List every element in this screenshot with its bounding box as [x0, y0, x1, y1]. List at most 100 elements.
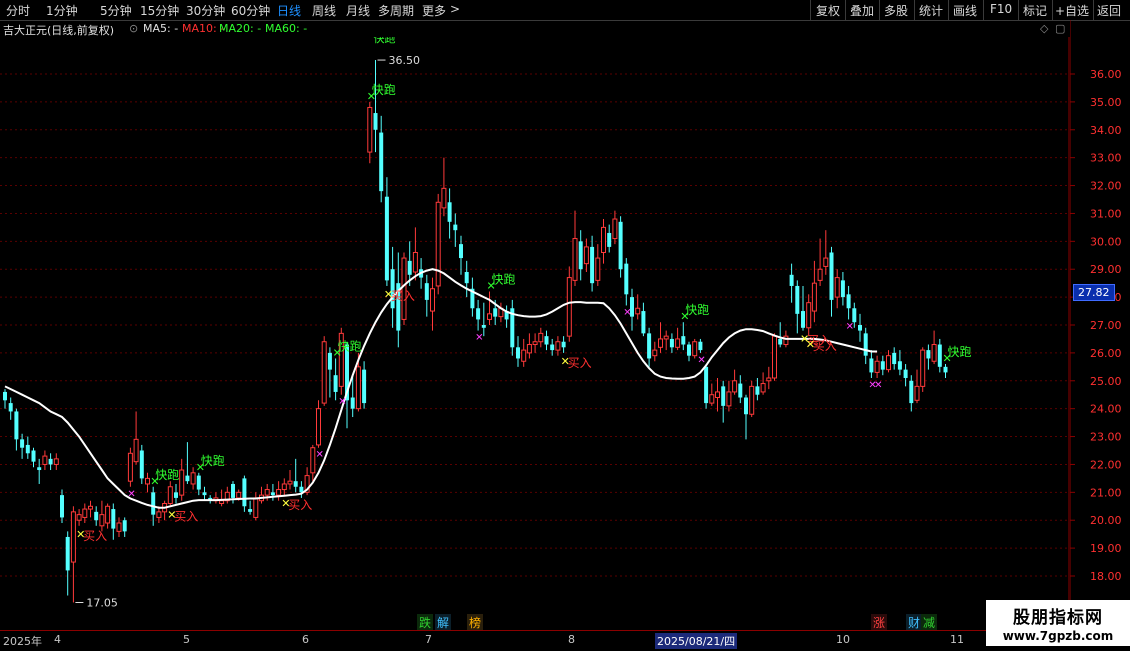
- event-marker-rank[interactable]: 榜: [467, 614, 484, 631]
- candle-body: [174, 492, 178, 498]
- candle-body: [903, 369, 908, 378]
- date-label: 4: [54, 633, 61, 646]
- period-tab-1min[interactable]: 1分钟: [46, 2, 78, 19]
- event-marker-unlock[interactable]: 解: [435, 614, 452, 631]
- period-tab-5min[interactable]: 5分钟: [100, 2, 132, 19]
- toolbar-divider: [1052, 0, 1053, 20]
- toolbar-divider: [845, 0, 846, 20]
- candle-body: [3, 391, 7, 401]
- candle-body: [897, 361, 902, 370]
- mark-button[interactable]: 标记: [1023, 2, 1047, 19]
- event-marker-finance[interactable]: 财: [906, 614, 923, 631]
- sell-signal-label: 快跑: [685, 303, 709, 317]
- candle-body: [94, 511, 99, 521]
- candle-body: [31, 450, 36, 462]
- candle-body: [60, 495, 64, 518]
- candle-body: [772, 335, 777, 379]
- candle-body: [145, 477, 150, 485]
- period-tab-60min[interactable]: 60分钟: [231, 2, 270, 19]
- candle-body: [590, 246, 595, 284]
- overlay-button[interactable]: 叠加: [850, 2, 874, 19]
- candle-body: [133, 438, 139, 463]
- candle-body: [453, 224, 458, 231]
- axis-tick-label: 20.00: [1090, 514, 1122, 527]
- candle-body: [441, 187, 447, 209]
- candle-body: [231, 483, 235, 498]
- chevron-down-icon[interactable]: ⊙: [129, 22, 138, 35]
- period-tab-multi[interactable]: 多周期: [378, 2, 414, 19]
- date-label: 5: [183, 633, 190, 646]
- add-watchlist-button[interactable]: +自选: [1055, 2, 1089, 19]
- candle-body: [379, 132, 384, 192]
- candle-body: [806, 302, 812, 329]
- buy-signal-label: 买入: [391, 289, 415, 303]
- candle-body: [555, 341, 561, 351]
- axis-tick-label: 31.00: [1090, 207, 1122, 220]
- candle-body: [264, 489, 270, 496]
- period-tab-intraday[interactable]: 分时: [6, 2, 30, 19]
- stock-title[interactable]: 吉大正元(日线,前复权): [3, 22, 114, 38]
- back-button[interactable]: 返回: [1097, 2, 1121, 19]
- candle-body: [167, 486, 173, 504]
- period-tab-15min[interactable]: 15分钟: [140, 2, 179, 19]
- candle-body: [190, 472, 196, 485]
- candle-body: [459, 244, 463, 259]
- period-tab-more[interactable]: 更多: [422, 2, 446, 19]
- square-icon[interactable]: ▢: [1055, 22, 1065, 35]
- candle-body: [99, 514, 105, 527]
- ma-line: [4, 268, 878, 509]
- candle-body: [236, 491, 242, 499]
- axis-tick-label: 34.00: [1090, 124, 1122, 137]
- statistics-button[interactable]: 统计: [919, 2, 943, 19]
- period-tab-30min[interactable]: 30分钟: [186, 2, 225, 19]
- candle-body: [726, 391, 732, 407]
- candle-body: [316, 408, 321, 446]
- candle-body: [869, 358, 874, 373]
- candle-body: [715, 391, 720, 399]
- candle-body: [749, 385, 755, 415]
- candle-body: [111, 509, 116, 529]
- toolbar-divider: [879, 0, 880, 20]
- axis-tick-label: 22.00: [1090, 458, 1122, 471]
- axis-tick-label: 26.00: [1090, 347, 1122, 360]
- candle-body: [412, 251, 418, 273]
- restore-rights-button[interactable]: 复权: [816, 2, 840, 19]
- chevron-right-icon[interactable]: >: [450, 2, 460, 16]
- candle-body: [846, 294, 851, 309]
- event-marker-fall[interactable]: 跌: [417, 614, 434, 631]
- candle-body: [373, 113, 378, 130]
- sell-signal-label: 快跑: [948, 345, 972, 359]
- event-marker-reduce[interactable]: 减: [921, 614, 938, 631]
- ma5-label: MA5: -: [143, 22, 179, 35]
- candle-body: [367, 106, 373, 153]
- axis-tick-label: 30.00: [1090, 235, 1122, 248]
- ma20-label: MA20: -: [219, 22, 262, 35]
- crosshair-date-label: 2025/08/21/四: [655, 633, 738, 649]
- period-tab-weekly[interactable]: 周线: [312, 2, 336, 19]
- candlestick-chart[interactable]: ✕快跑✕快跑✕快跑✕快跑✕快跑✕快跑✕快跑✕买入✕买入✕买入✕买入✕买入✕买入✕…: [0, 37, 1070, 630]
- candle-body: [544, 336, 549, 345]
- multi-stock-button[interactable]: 多股: [884, 2, 908, 19]
- candle-body: [526, 344, 532, 354]
- period-tab-monthly[interactable]: 月线: [346, 2, 370, 19]
- draw-line-button[interactable]: 画线: [953, 2, 977, 19]
- diamond-icon[interactable]: ◇: [1040, 22, 1048, 35]
- candle-body: [219, 500, 225, 504]
- candle-body: [738, 383, 743, 398]
- event-marker-rise[interactable]: 涨: [871, 614, 888, 631]
- axis-tick-label: 25.00: [1090, 375, 1122, 388]
- candle-body: [116, 522, 122, 532]
- candle-body: [476, 308, 481, 320]
- candle-body: [253, 497, 259, 518]
- f10-button[interactable]: F10: [990, 2, 1012, 16]
- candle-body: [276, 489, 282, 496]
- price-axis: 18.00 19.00 20.00 21.00 22.00 23.00 24.00 25.00…: [1070, 20, 1122, 630]
- period-tab-daily[interactable]: 日线: [277, 2, 301, 19]
- toolbar-divider: [948, 0, 949, 20]
- current-price-tag: 27.82: [1073, 284, 1115, 301]
- candle-body: [607, 232, 612, 247]
- candle-body: [601, 226, 606, 253]
- date-label: 6: [302, 633, 309, 646]
- candle-body: [493, 308, 498, 317]
- candle-body: [327, 352, 332, 370]
